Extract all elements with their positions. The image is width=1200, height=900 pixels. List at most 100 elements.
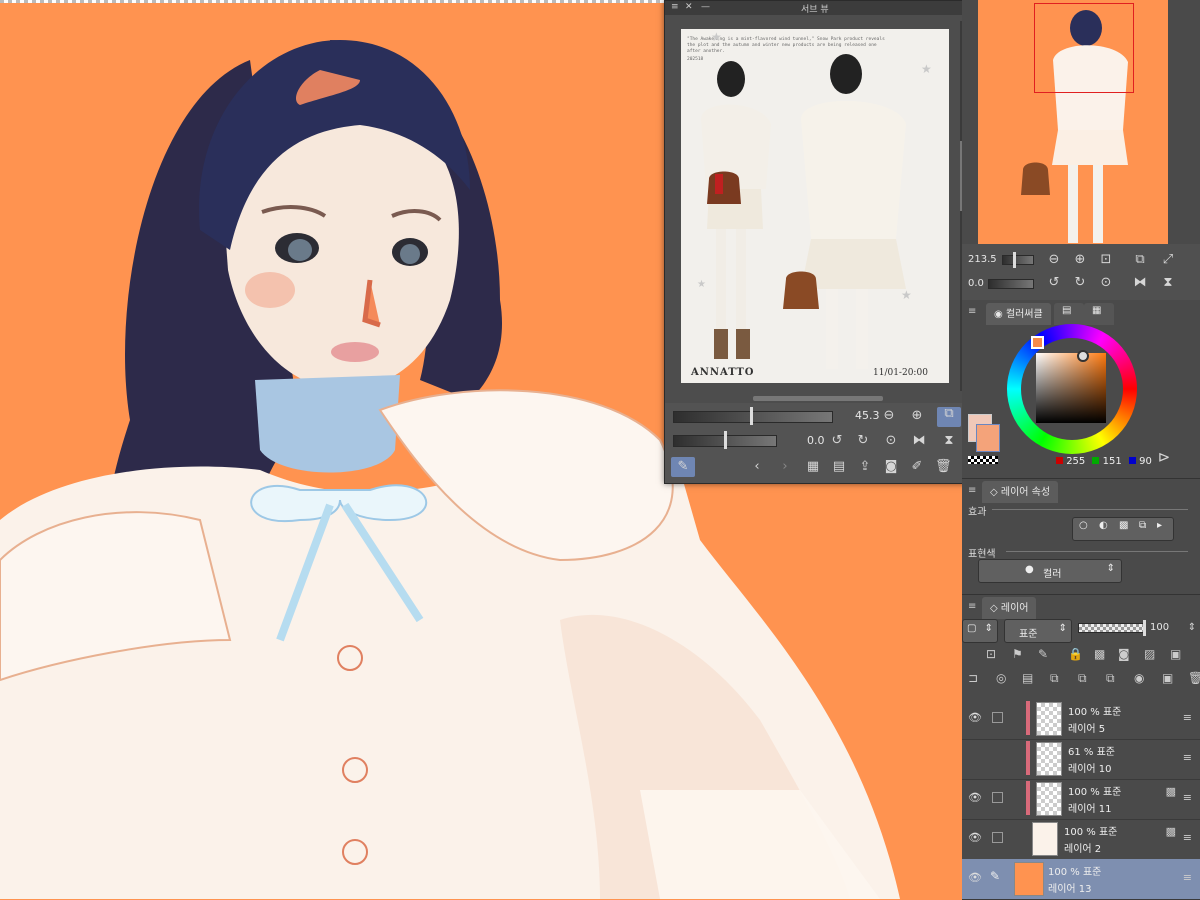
- close-icon[interactable]: ✕: [685, 2, 693, 12]
- rotate-left-icon[interactable]: ↺: [829, 434, 845, 448]
- navigator-rotate-left-icon[interactable]: ↺: [1046, 276, 1062, 290]
- layer-opacity-slider[interactable]: [1078, 620, 1146, 636]
- new-vector-layer-icon[interactable]: ◎: [996, 671, 1006, 685]
- flip-vertical-icon[interactable]: ⧗: [941, 434, 957, 448]
- trash-icon[interactable]: 🗑: [935, 460, 952, 474]
- tab-layer-property[interactable]: ◇ 레이어 속성: [982, 481, 1059, 503]
- watercolor-edge-icon[interactable]: ◐: [1099, 520, 1108, 531]
- fit-view-icon[interactable]: ⧉: [937, 407, 961, 427]
- effect-buttons[interactable]: ○ ◐ ▩ ⧉ ▸: [1072, 517, 1174, 541]
- lock-icon[interactable]: 🔒: [1068, 647, 1083, 661]
- rotate-slider-knob[interactable]: [724, 431, 727, 449]
- lock-transparency-icon[interactable]: ▩: [1094, 647, 1105, 661]
- visibility-eye-icon[interactable]: 👁: [968, 791, 982, 804]
- effect-more-icon[interactable]: ▸: [1157, 520, 1162, 531]
- layer-row[interactable]: 👁 100 % 표준 레이어 11 ▩ ≡: [962, 779, 1200, 820]
- tab-color-circle[interactable]: ◉ 컬러써클: [986, 303, 1051, 325]
- blend-mode-dropdown[interactable]: 표준 ⇕: [1004, 619, 1072, 643]
- zoom-out-icon[interactable]: ⊖: [881, 409, 897, 423]
- layer-checkbox[interactable]: [992, 832, 1003, 843]
- tab-color-slider[interactable]: ▤: [1054, 303, 1084, 325]
- create-mask-icon[interactable]: ◉: [1134, 671, 1144, 685]
- flip-horizontal-icon[interactable]: ⧓: [911, 434, 927, 448]
- layer-menu-icon[interactable]: ≡: [1183, 831, 1192, 844]
- navigator-flip-h-icon[interactable]: ⧓: [1132, 276, 1148, 290]
- import-icon[interactable]: ⇪: [857, 460, 873, 474]
- mask-range-icon[interactable]: ▨: [1144, 647, 1155, 661]
- layer-checkbox[interactable]: [992, 712, 1003, 723]
- delete-layer-icon[interactable]: 🗑: [1188, 671, 1200, 685]
- sub-view-titlebar[interactable]: ≡ ✕ — 서브 뷰: [665, 1, 971, 15]
- navigator-zoom-knob[interactable]: [1013, 252, 1016, 268]
- hue-picker[interactable]: [1031, 336, 1044, 349]
- layer-row-selected[interactable]: 👁 ✎ 100 % 표준 레이어 13 ≡: [962, 859, 1200, 900]
- zoom-in-icon[interactable]: ⊕: [909, 409, 925, 423]
- color-picker-point[interactable]: [1077, 350, 1089, 362]
- reference-layer-icon[interactable]: ⚑: [1012, 647, 1023, 661]
- palette-icon[interactable]: ▣: [1170, 647, 1181, 661]
- navigator-reset-rotate-icon[interactable]: ⊙: [1098, 276, 1114, 290]
- clip-icon[interactable]: ⊡: [986, 647, 996, 661]
- saturation-value-square[interactable]: [1036, 353, 1106, 423]
- open-folder-icon[interactable]: ▤: [831, 460, 847, 474]
- visibility-eye-icon[interactable]: 👁: [968, 831, 982, 844]
- sub-view-horizontal-scrollbar[interactable]: [753, 396, 883, 401]
- visibility-eye-icon[interactable]: 👁: [968, 871, 982, 884]
- main-color-swatch[interactable]: [976, 424, 1000, 452]
- tab-layer[interactable]: ◇ 레이어: [982, 597, 1037, 619]
- zoom-slider-knob[interactable]: [750, 407, 753, 425]
- sub-view-window[interactable]: ≡ ✕ — 서브 뷰 "The Awakening is a mint-flav…: [664, 0, 972, 484]
- mask-icon[interactable]: ◙: [1118, 647, 1130, 661]
- navigator-fill-icon[interactable]: ⤢: [1160, 253, 1176, 267]
- navigator-view-frame[interactable]: [1034, 3, 1134, 93]
- apply-mask-icon[interactable]: ▣: [1162, 671, 1173, 685]
- layer-property-menu-icon[interactable]: ≡: [968, 485, 976, 496]
- new-raster-layer-icon[interactable]: ⊐: [968, 671, 978, 685]
- layer-menu-icon[interactable]: ≡: [1183, 871, 1192, 884]
- navigator-flip-v-icon[interactable]: ⧗: [1160, 276, 1176, 290]
- layer-color-icon[interactable]: ⧉: [1139, 520, 1146, 531]
- reference-image[interactable]: "The Awakening is a mint-flavored wind t…: [681, 29, 949, 383]
- navigator-fit-icon[interactable]: ⧉: [1132, 253, 1148, 267]
- reset-rotate-icon[interactable]: ⊙: [883, 434, 899, 448]
- camera-icon[interactable]: ◙: [883, 460, 899, 474]
- layer-menu-icon[interactable]: ≡: [1183, 791, 1192, 804]
- layer-row[interactable]: 61 % 표준 레이어 10 ≡: [962, 739, 1200, 780]
- opacity-stepper-icon[interactable]: ⇕: [1184, 621, 1200, 635]
- expression-color-dropdown[interactable]: ● 컬러 ⇕: [978, 559, 1122, 583]
- navigator-preview[interactable]: [978, 0, 1168, 244]
- transfer-down-icon[interactable]: ⧉: [1050, 671, 1059, 686]
- transparent-color-swatch[interactable]: [968, 456, 998, 464]
- color-more-icon[interactable]: ⊳: [1156, 450, 1172, 465]
- minimize-icon[interactable]: —: [701, 2, 710, 12]
- merge-down-icon[interactable]: ⧉: [1078, 671, 1087, 686]
- navigator-zoom-in-icon[interactable]: ⊕: [1072, 253, 1088, 267]
- navigator-zoom-slider[interactable]: [1002, 252, 1034, 268]
- tone-icon[interactable]: ▩: [1119, 520, 1128, 531]
- layer-checkbox[interactable]: [992, 792, 1003, 803]
- previous-image-icon[interactable]: ‹: [749, 460, 765, 474]
- rotate-right-icon[interactable]: ↻: [855, 434, 871, 448]
- new-folder-icon[interactable]: ▤: [1022, 671, 1033, 685]
- layer-row[interactable]: 👁 100 % 표준 레이어 2 ▩ ≡: [962, 819, 1200, 860]
- visibility-eye-icon[interactable]: 👁: [968, 711, 982, 724]
- tab-color-set[interactable]: ▦: [1084, 303, 1114, 325]
- next-image-icon[interactable]: ›: [777, 460, 793, 474]
- border-effect-icon[interactable]: ○: [1079, 520, 1088, 531]
- navigator-zoom-out-icon[interactable]: ⊖: [1046, 253, 1062, 267]
- eyedropper-icon[interactable]: ✎: [671, 457, 695, 477]
- color-wheel[interactable]: [1007, 324, 1137, 454]
- navigator-actual-size-icon[interactable]: ⊡: [1098, 253, 1114, 267]
- navigator-rotate-slider[interactable]: [988, 279, 1034, 289]
- menu-icon[interactable]: ≡: [671, 2, 679, 12]
- thumbnail-grid-icon[interactable]: ▦: [805, 460, 821, 474]
- layer-color-dropdown[interactable]: ▢ ⇕: [962, 619, 998, 643]
- merge-visible-icon[interactable]: ⧉: [1106, 671, 1115, 686]
- layer-row[interactable]: 👁 100 % 표준 레이어 5 ≡: [962, 699, 1200, 740]
- rotate-slider[interactable]: [673, 431, 777, 449]
- layer-panel-menu-icon[interactable]: ≡: [968, 601, 976, 612]
- panel-menu-icon[interactable]: ≡: [968, 306, 976, 317]
- layer-menu-icon[interactable]: ≡: [1183, 751, 1192, 764]
- edit-image-icon[interactable]: ✐: [909, 460, 925, 474]
- navigator-rotate-right-icon[interactable]: ↻: [1072, 276, 1088, 290]
